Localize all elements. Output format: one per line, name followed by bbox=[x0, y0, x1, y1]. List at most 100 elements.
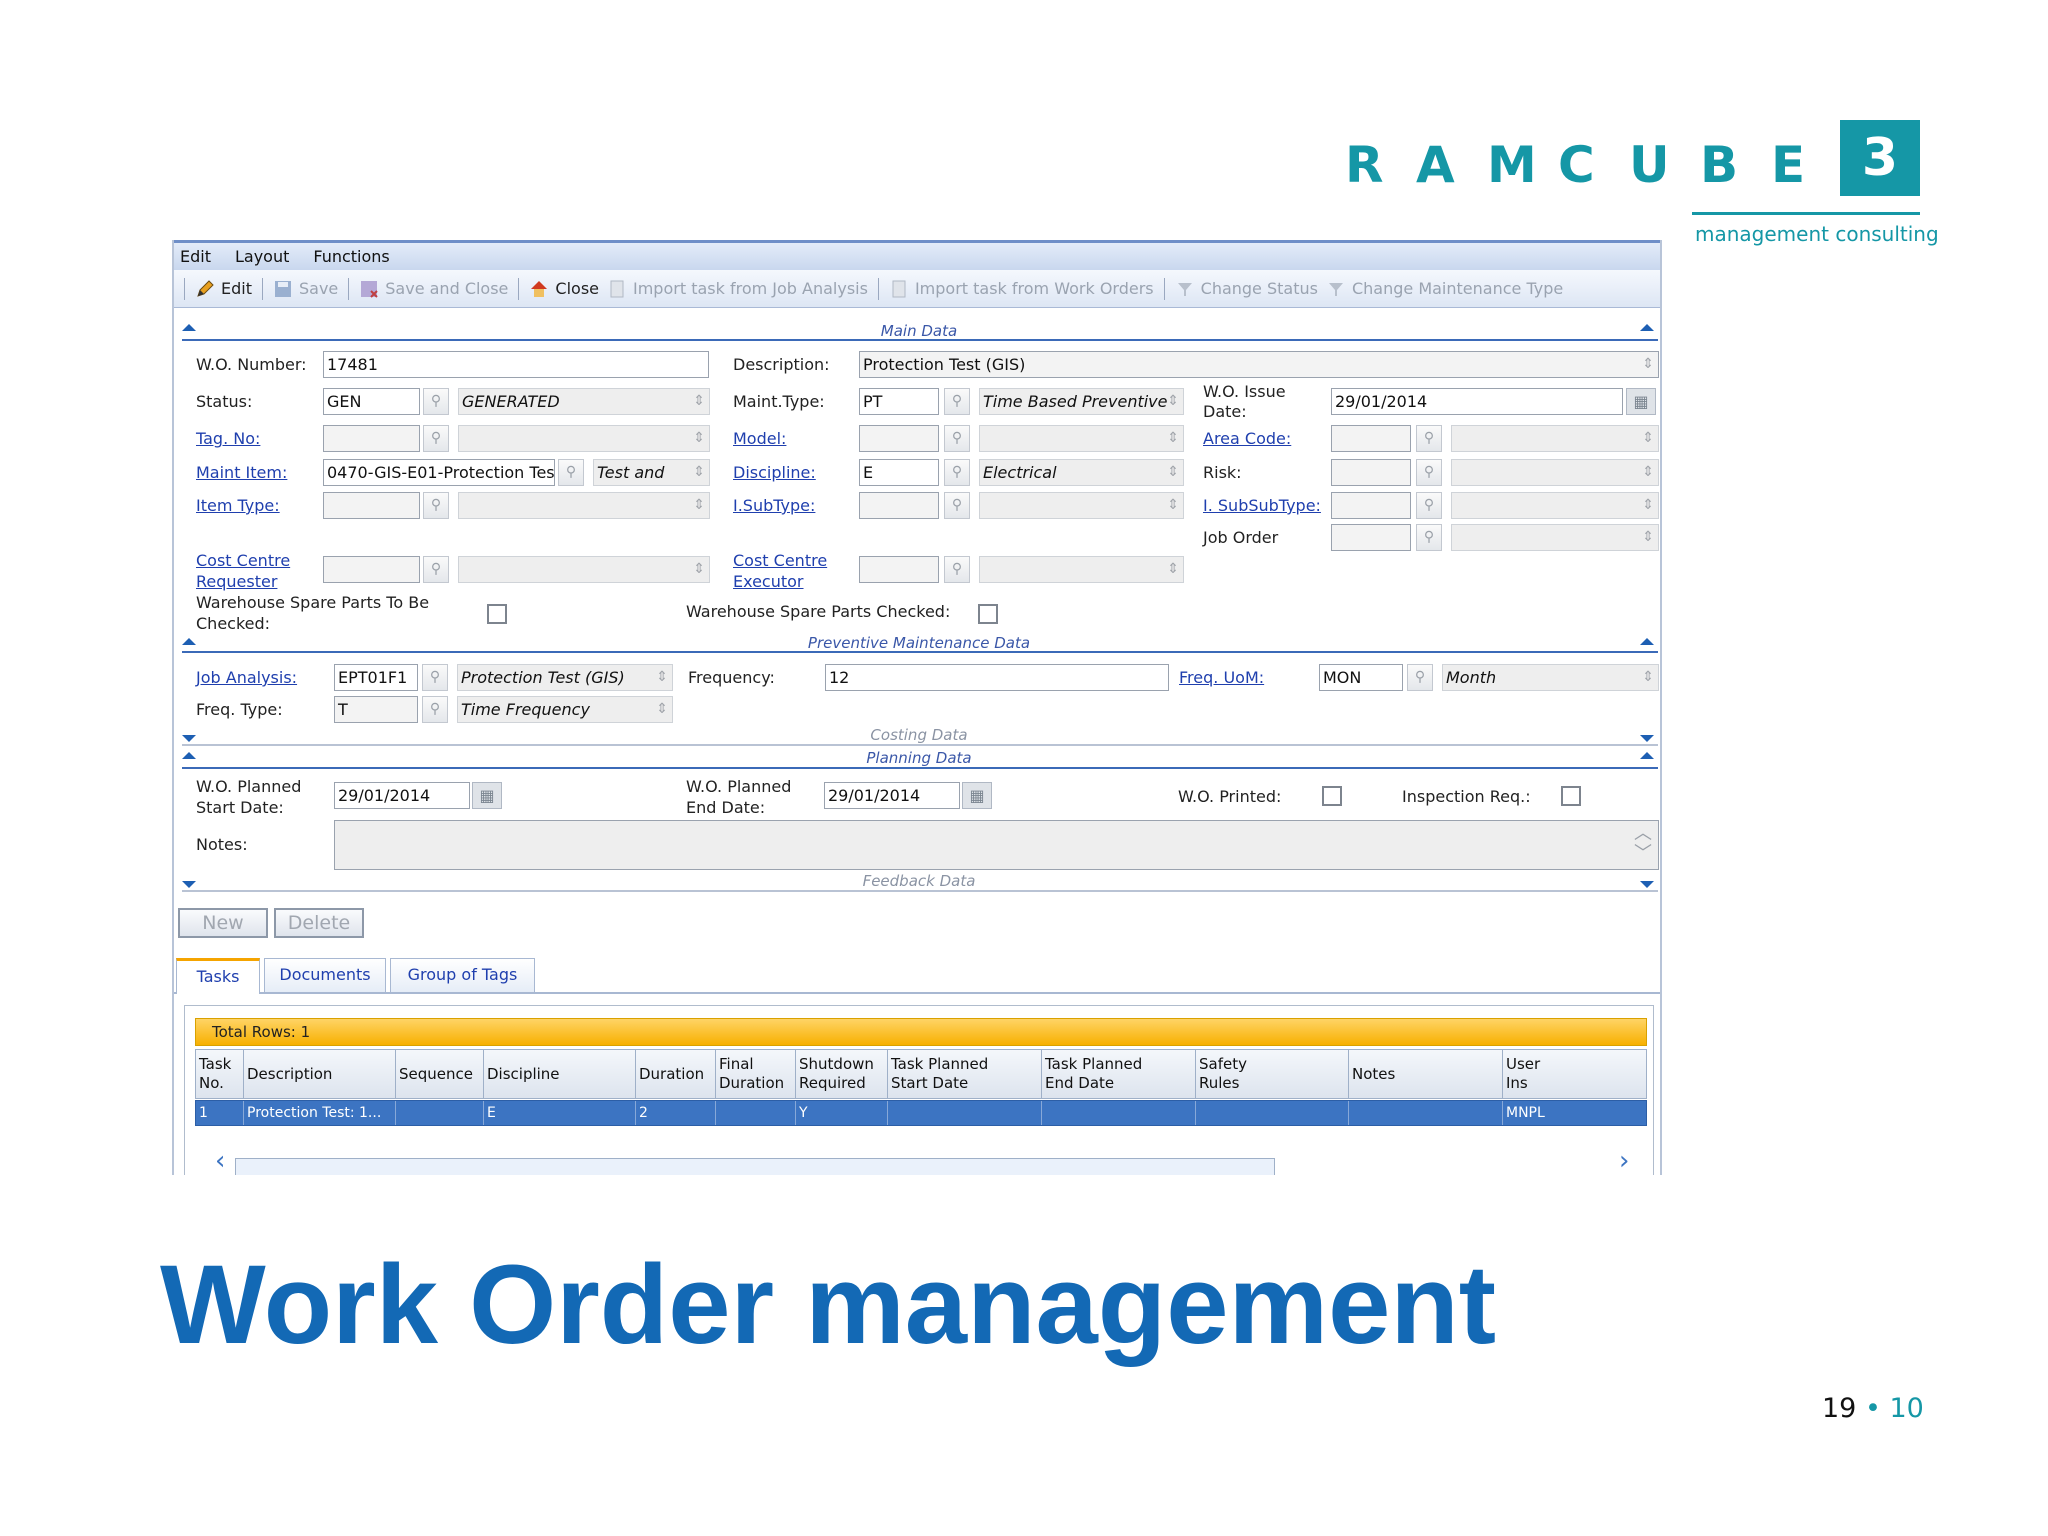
new-button[interactable]: New bbox=[178, 908, 268, 938]
maint-type-name-field[interactable]: Time Based Preventive bbox=[979, 388, 1184, 415]
cc-executor-lookup-icon[interactable]: ⚲ bbox=[944, 556, 970, 583]
job-analysis-name-field[interactable]: Protection Test (GIS) bbox=[457, 664, 673, 691]
risk-lookup-icon[interactable]: ⚲ bbox=[1416, 459, 1442, 486]
expand-costing-icon[interactable] bbox=[1640, 735, 1654, 742]
table-row[interactable]: 1 Protection Test: 1... E 2 Y MNPL bbox=[195, 1100, 1647, 1126]
menu-functions[interactable]: Functions bbox=[313, 247, 389, 266]
item-type-link[interactable]: Item Type: bbox=[196, 496, 280, 516]
maint-item-name-field[interactable]: Test and bbox=[593, 459, 710, 486]
expand-feedback-icon[interactable] bbox=[1640, 881, 1654, 888]
maint-type-lookup-icon[interactable]: ⚲ bbox=[944, 388, 970, 415]
column-header[interactable]: User Ins bbox=[1503, 1050, 1646, 1098]
model-name-field[interactable] bbox=[979, 425, 1184, 452]
item-type-name-field[interactable] bbox=[458, 492, 710, 519]
tab-group-of-tags[interactable]: Group of Tags bbox=[390, 958, 535, 992]
import-job-analysis-button[interactable]: Import task from Job Analysis bbox=[607, 279, 868, 299]
risk-name-field[interactable] bbox=[1451, 459, 1659, 486]
item-type-code-field[interactable] bbox=[323, 492, 420, 519]
area-name-field[interactable] bbox=[1451, 425, 1659, 452]
warehouse-to-be-checked-checkbox[interactable] bbox=[487, 604, 507, 624]
change-maintenance-type-button[interactable]: Change Maintenance Type bbox=[1326, 279, 1563, 299]
change-status-button[interactable]: Change Status bbox=[1175, 279, 1318, 299]
warehouse-checked-checkbox[interactable] bbox=[978, 604, 998, 624]
scroll-right-icon[interactable]: › bbox=[1619, 1146, 1629, 1175]
isubsubtype-code-field[interactable] bbox=[1331, 492, 1411, 519]
job-order-code-field[interactable] bbox=[1331, 524, 1411, 551]
job-analysis-lookup-icon[interactable]: ⚲ bbox=[422, 664, 448, 691]
job-order-name-field[interactable] bbox=[1451, 524, 1659, 551]
expand-costing-icon[interactable] bbox=[182, 735, 196, 742]
discipline-code-field[interactable]: E bbox=[859, 459, 939, 486]
column-header[interactable]: Task Planned End Date bbox=[1042, 1050, 1196, 1098]
tag-name-field[interactable] bbox=[458, 425, 710, 452]
model-link[interactable]: Model: bbox=[733, 429, 786, 449]
scroll-left-icon[interactable]: ‹ bbox=[215, 1146, 225, 1175]
calendar-icon[interactable]: ▦ bbox=[472, 782, 502, 809]
cost-centre-executor-link[interactable]: Cost Centre Executor bbox=[733, 550, 827, 592]
status-lookup-icon[interactable]: ⚲ bbox=[423, 388, 449, 415]
column-header[interactable]: Task Planned Start Date bbox=[888, 1050, 1042, 1098]
job-order-lookup-icon[interactable]: ⚲ bbox=[1416, 524, 1442, 551]
tag-lookup-icon[interactable]: ⚲ bbox=[423, 425, 449, 452]
column-header[interactable]: Duration bbox=[636, 1050, 716, 1098]
tag-code-field[interactable] bbox=[323, 425, 420, 452]
discipline-lookup-icon[interactable]: ⚲ bbox=[944, 459, 970, 486]
notes-textarea[interactable] bbox=[334, 820, 1659, 870]
job-analysis-code-field[interactable]: EPT01F1 bbox=[334, 664, 418, 691]
area-code-field[interactable] bbox=[1331, 425, 1411, 452]
planned-start-field[interactable]: 29/01/2014 bbox=[334, 782, 470, 809]
cc-requester-code-field[interactable] bbox=[323, 556, 420, 583]
area-code-link[interactable]: Area Code: bbox=[1203, 429, 1291, 449]
maint-type-code-field[interactable]: PT bbox=[859, 388, 939, 415]
cc-executor-name-field[interactable] bbox=[979, 556, 1184, 583]
freq-type-lookup-icon[interactable]: ⚲ bbox=[422, 696, 448, 723]
job-analysis-link[interactable]: Job Analysis: bbox=[196, 668, 297, 688]
cost-centre-requester-link[interactable]: Cost Centre Requester bbox=[196, 550, 290, 592]
horizontal-scrollbar[interactable] bbox=[235, 1158, 1275, 1175]
risk-code-field[interactable] bbox=[1331, 459, 1411, 486]
wo-printed-checkbox[interactable] bbox=[1322, 786, 1342, 806]
column-header[interactable]: Description bbox=[244, 1050, 396, 1098]
cc-requester-lookup-icon[interactable]: ⚲ bbox=[423, 556, 449, 583]
import-work-orders-button[interactable]: Import task from Work Orders bbox=[889, 279, 1154, 299]
discipline-link[interactable]: Discipline: bbox=[733, 463, 816, 483]
column-header[interactable]: Sequence bbox=[396, 1050, 484, 1098]
model-code-field[interactable] bbox=[859, 425, 939, 452]
edit-button[interactable]: Edit bbox=[195, 279, 252, 299]
expand-feedback-icon[interactable] bbox=[182, 881, 196, 888]
freq-type-name-field[interactable]: Time Frequency bbox=[457, 696, 673, 723]
column-header[interactable]: Safety Rules bbox=[1196, 1050, 1349, 1098]
column-header[interactable]: Task No. bbox=[196, 1050, 244, 1098]
isubtype-link[interactable]: I.SubType: bbox=[733, 496, 815, 516]
planned-end-field[interactable]: 29/01/2014 bbox=[824, 782, 960, 809]
status-name-field[interactable]: GENERATED bbox=[458, 388, 710, 415]
isubtype-code-field[interactable] bbox=[859, 492, 939, 519]
isubsubtype-name-field[interactable] bbox=[1451, 492, 1659, 519]
frequency-field[interactable]: 12 bbox=[825, 664, 1169, 691]
delete-button[interactable]: Delete bbox=[274, 908, 364, 938]
calendar-icon[interactable]: ▦ bbox=[962, 782, 992, 809]
freq-uom-link[interactable]: Freq. UoM: bbox=[1179, 668, 1264, 688]
close-button[interactable]: Close bbox=[529, 279, 599, 299]
freq-uom-code-field[interactable]: MON bbox=[1319, 664, 1403, 691]
maint-item-code-field[interactable]: 0470-GIS-E01-Protection Test bbox=[323, 459, 555, 486]
cc-requester-name-field[interactable] bbox=[458, 556, 710, 583]
menu-edit[interactable]: Edit bbox=[180, 247, 211, 266]
issue-date-field[interactable]: 29/01/2014 bbox=[1331, 388, 1623, 415]
freq-uom-name-field[interactable]: Month bbox=[1442, 664, 1659, 691]
isubsubtype-lookup-icon[interactable]: ⚲ bbox=[1416, 492, 1442, 519]
isubtype-lookup-icon[interactable]: ⚲ bbox=[944, 492, 970, 519]
notes-scroll-icon[interactable]: ︿ ﹀ bbox=[1634, 824, 1652, 864]
column-header[interactable]: Final Duration bbox=[716, 1050, 796, 1098]
isubtype-name-field[interactable] bbox=[979, 492, 1184, 519]
tab-tasks[interactable]: Tasks bbox=[176, 958, 260, 994]
tag-no-link[interactable]: Tag. No: bbox=[196, 429, 260, 449]
description-field[interactable]: Protection Test (GIS) bbox=[859, 351, 1659, 378]
column-header[interactable]: Notes bbox=[1349, 1050, 1503, 1098]
freq-uom-lookup-icon[interactable]: ⚲ bbox=[1407, 664, 1433, 691]
isubsubtype-link[interactable]: I. SubSubType: bbox=[1203, 496, 1321, 516]
status-code-field[interactable]: GEN bbox=[323, 388, 420, 415]
tab-documents[interactable]: Documents bbox=[264, 958, 386, 992]
discipline-name-field[interactable]: Electrical bbox=[979, 459, 1184, 486]
save-and-close-button[interactable]: Save and Close bbox=[359, 279, 508, 299]
